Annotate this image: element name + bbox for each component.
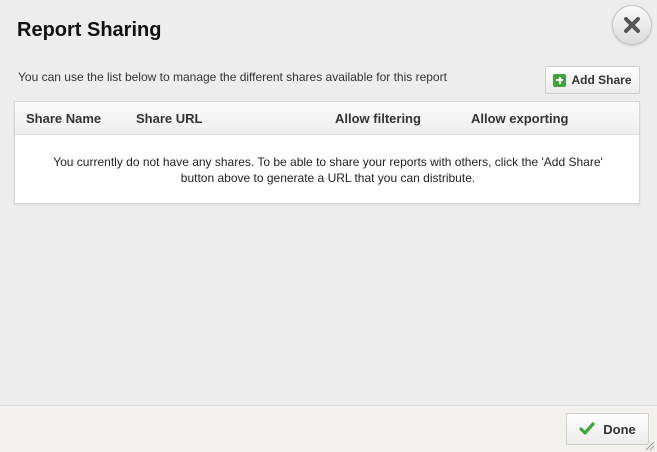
add-share-button[interactable]: Add Share xyxy=(545,66,640,94)
dialog-footer: Done xyxy=(0,405,657,452)
resize-grip-icon[interactable] xyxy=(645,441,655,451)
report-sharing-dialog: Report Sharing You can use the list belo… xyxy=(0,0,657,452)
column-header-allow-exporting[interactable]: Allow exporting xyxy=(471,111,569,126)
add-share-label: Add Share xyxy=(571,73,632,87)
table-header: Share Name Share URL Allow filtering All… xyxy=(15,102,639,135)
plus-icon xyxy=(553,73,567,87)
checkmark-icon xyxy=(579,422,595,435)
dialog-description: You can use the list below to manage the… xyxy=(18,70,447,84)
close-icon xyxy=(624,17,640,33)
dialog-title: Report Sharing xyxy=(17,19,162,41)
done-label: Done xyxy=(603,421,636,437)
shares-table: Share Name Share URL Allow filtering All… xyxy=(14,101,640,204)
done-button[interactable]: Done xyxy=(566,413,649,445)
column-header-share-url[interactable]: Share URL xyxy=(136,111,202,126)
column-header-share-name[interactable]: Share Name xyxy=(26,111,101,126)
empty-state-message: You currently do not have any shares. To… xyxy=(15,154,641,186)
close-button[interactable] xyxy=(612,5,652,45)
column-header-allow-filtering[interactable]: Allow filtering xyxy=(335,111,421,126)
empty-message-line1: You currently do not have any shares. To… xyxy=(53,155,603,169)
empty-message-line2: button above to generate a URL that you … xyxy=(180,171,476,185)
